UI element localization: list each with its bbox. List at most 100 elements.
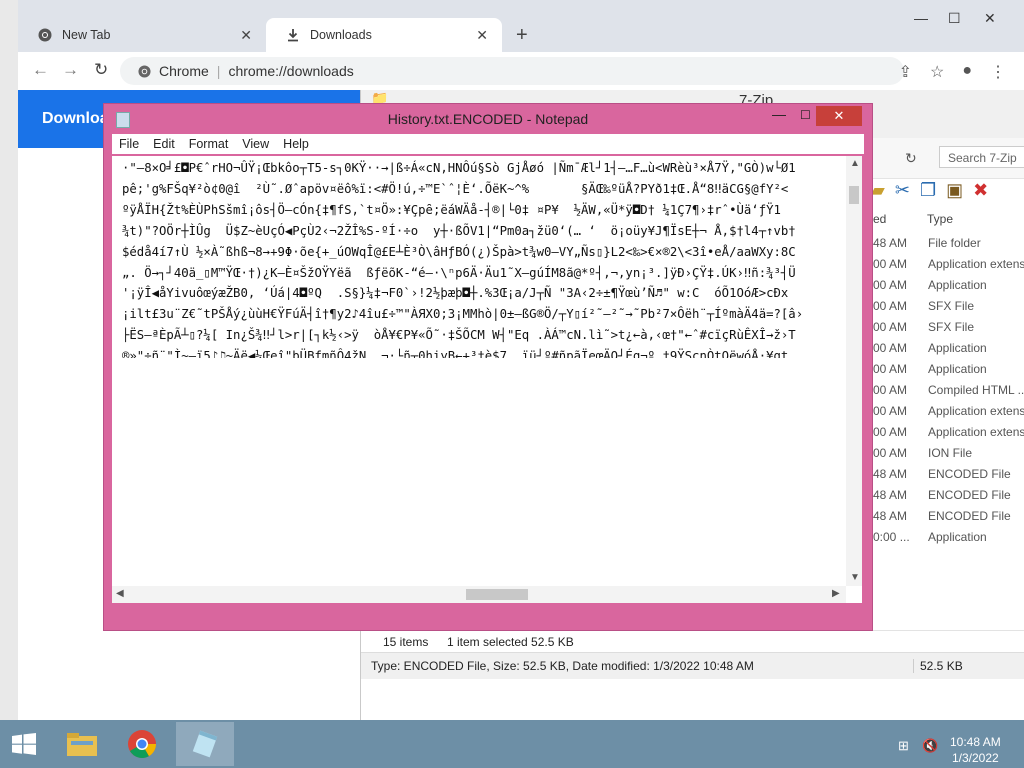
scroll-thumb[interactable] xyxy=(849,186,859,204)
divider: | xyxy=(216,63,221,79)
clock[interactable]: 10:48 AM 1/3/2022 xyxy=(950,734,1001,766)
list-item[interactable]: 00 AM Application xyxy=(873,278,1024,299)
scroll-right-icon[interactable]: ▶ xyxy=(832,588,840,599)
row-date: 00 AM xyxy=(873,425,908,439)
row-type: Application xyxy=(928,362,987,376)
menu-file[interactable]: File xyxy=(112,137,146,151)
refresh-icon[interactable]: ↻ xyxy=(905,150,917,167)
row-date: 48 AM xyxy=(873,509,908,523)
row-date: 00 AM xyxy=(873,299,908,313)
scroll-up-icon[interactable]: ▲ xyxy=(850,158,860,169)
vertical-scrollbar[interactable]: ▲ ▼ xyxy=(846,156,862,586)
tab-title: New Tab xyxy=(62,28,111,42)
text-line: ®»"÷ñ¨"Ì~–ï5♪♫~Äë◀¼Œeî"bÜBƒmñÔ4žN ¬·└ñ┬0… xyxy=(122,349,789,358)
menu-edit[interactable]: Edit xyxy=(146,137,182,151)
status-bar-details: Type: ENCODED File, Size: 52.5 KB, Date … xyxy=(361,652,1024,679)
list-item[interactable]: 00 AM Compiled HTML ... xyxy=(873,383,1024,404)
minimize-icon[interactable]: — xyxy=(914,10,928,26)
row-date: 00 AM xyxy=(873,446,908,460)
row-date: 00 AM xyxy=(873,404,908,418)
menu-view[interactable]: View xyxy=(235,137,276,151)
column-type[interactable]: Type xyxy=(927,212,953,226)
list-item[interactable]: 48 AM ENCODED File xyxy=(873,509,1024,530)
paste-icon[interactable]: ▣ xyxy=(946,180,963,201)
row-date: 48 AM xyxy=(873,236,908,250)
downloads-title: Downloa xyxy=(42,110,109,127)
scroll-left-icon[interactable]: ◀ xyxy=(116,588,124,599)
list-item[interactable]: 48 AM ENCODED File xyxy=(873,467,1024,488)
maximize-icon[interactable]: ☐ xyxy=(948,10,961,27)
chrome-icon xyxy=(138,64,151,78)
list-item[interactable]: 00 AM Application extens xyxy=(873,425,1024,446)
row-date: 00 AM xyxy=(873,362,908,376)
menu-format[interactable]: Format xyxy=(182,137,236,151)
list-item[interactable]: 00 AM Application extens xyxy=(873,404,1024,425)
list-item[interactable]: 0:00 ... Application xyxy=(873,530,1024,551)
new-tab-button[interactable]: + xyxy=(516,25,528,45)
file-explorer-icon[interactable] xyxy=(58,722,106,766)
row-type: Application extens xyxy=(928,257,1024,271)
status-bar-summary: 15 items 1 item selected 52.5 KB xyxy=(361,630,1024,653)
delete-icon[interactable]: ✖ xyxy=(973,180,988,201)
editor-content[interactable]: ·"–8×O╛£◘P€ˆrHO¬ÛŸ¡Œbkôo┬T5-s┐0KŸ··→|ß÷Á… xyxy=(122,158,844,358)
text-editor[interactable]: ·"–8×O╛£◘P€ˆrHO¬ÛŸ¡Œbkôo┬T5-s┐0KŸ··→|ß÷Á… xyxy=(112,156,862,603)
address-bar[interactable]: Chrome | chrome://downloads xyxy=(120,57,904,85)
folder-icon[interactable]: ▰ xyxy=(871,180,885,201)
list-item[interactable]: 00 AM ION File xyxy=(873,446,1024,467)
notepad-window: History.txt.ENCODED - Notepad — ☐ ✕ File… xyxy=(104,104,872,630)
chrome-taskbar-icon[interactable] xyxy=(118,722,166,766)
ribbon-toolbar: ▰ ✂ ❐ ▣ ✖ xyxy=(871,180,988,201)
row-type: Application xyxy=(928,278,987,292)
scroll-thumb[interactable] xyxy=(466,589,528,600)
list-item[interactable]: 48 AM File folder xyxy=(873,236,1024,257)
toolbar-icons: ⇪ ☆ ● ⋮ xyxy=(899,62,1006,82)
close-window-icon[interactable]: ✕ xyxy=(984,10,996,27)
notepad-titlebar[interactable]: History.txt.ENCODED - Notepad — ☐ ✕ xyxy=(104,104,872,134)
text-line: ├ËS–ªÈpÃ┴▯?¼[ In¿Š¾‼┘l>r|[┐k½‹>ÿ òÅ¥€P¥«… xyxy=(122,328,796,343)
row-type: File folder xyxy=(928,236,981,250)
list-item[interactable]: 00 AM SFX File xyxy=(873,320,1024,341)
text-line: '¡ÿÎ◀åYivuôœýæŽB0, ‘Úá|4◘ºQ .S§}¼‡¬F0`›!… xyxy=(122,286,789,301)
time: 10:48 AM xyxy=(950,735,1001,749)
site-label: Chrome xyxy=(159,63,209,79)
bookmark-star-icon[interactable]: ☆ xyxy=(930,62,944,82)
column-date-modified[interactable]: ed xyxy=(873,212,886,226)
search-input[interactable]: Search 7-Zip xyxy=(939,146,1024,168)
close-tab-icon[interactable]: ✕ xyxy=(240,28,252,42)
tab-downloads[interactable]: Downloads ✕ xyxy=(266,18,502,52)
cut-icon[interactable]: ✂ xyxy=(895,180,910,201)
windows-logo-icon xyxy=(12,733,36,755)
network-icon[interactable]: ⊞ xyxy=(898,738,909,754)
notepad-taskbar-icon[interactable] xyxy=(176,722,234,766)
list-item[interactable]: 00 AM Application xyxy=(873,341,1024,362)
url-text[interactable]: chrome://downloads xyxy=(228,63,353,79)
minimize-icon[interactable]: — xyxy=(772,106,786,122)
close-tab-icon[interactable]: ✕ xyxy=(476,28,488,42)
row-type: ENCODED File xyxy=(928,509,1011,523)
tab-new-tab[interactable]: New Tab ✕ xyxy=(18,18,266,52)
share-icon[interactable]: ⇪ xyxy=(899,62,912,82)
reload-icon[interactable]: ↻ xyxy=(94,60,108,80)
row-date: 00 AM xyxy=(873,257,908,271)
text-line: $édå4í7↑Ù ½×À˜ßhß¬8→+9Φ·õe{+_úOWqÎ@£E┴È³… xyxy=(122,244,796,259)
volume-muted-icon[interactable]: 🔇 xyxy=(922,738,938,754)
text-line: ¾t)"?OÖr┼ÌÛg Ü$Z~èUçÓ◀PçÙ2‹¬2ŽÎ%S-ºÍ·÷o … xyxy=(122,223,796,238)
row-type: Application extens xyxy=(928,425,1024,439)
file-details: Type: ENCODED File, Size: 52.5 KB, Date … xyxy=(371,659,754,673)
profile-icon[interactable]: ● xyxy=(962,62,972,82)
menu-icon[interactable]: ⋮ xyxy=(990,62,1006,82)
start-button[interactable] xyxy=(0,722,48,766)
copy-icon[interactable]: ❐ xyxy=(920,180,936,201)
maximize-icon[interactable]: ☐ xyxy=(800,108,811,122)
close-icon[interactable]: ✕ xyxy=(816,106,862,126)
scroll-down-icon[interactable]: ▼ xyxy=(850,572,860,583)
list-item[interactable]: 00 AM Application extens xyxy=(873,257,1024,278)
list-item[interactable]: 00 AM SFX File xyxy=(873,299,1024,320)
menu-help[interactable]: Help xyxy=(276,137,316,151)
list-item[interactable]: 00 AM Application xyxy=(873,362,1024,383)
forward-icon[interactable]: → xyxy=(62,60,79,80)
list-item[interactable]: 48 AM ENCODED File xyxy=(873,488,1024,509)
horizontal-scrollbar[interactable]: ◀ ▶ xyxy=(112,586,846,603)
row-type: Application xyxy=(928,341,987,355)
back-icon[interactable]: ← xyxy=(32,60,49,80)
